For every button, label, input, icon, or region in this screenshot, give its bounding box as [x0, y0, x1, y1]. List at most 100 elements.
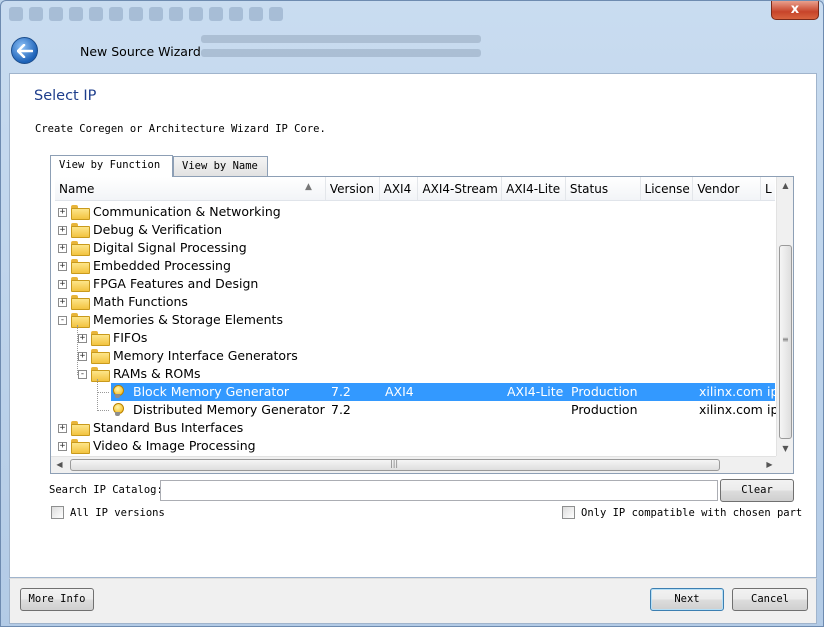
category-row[interactable]: + Digital Signal Processing	[51, 239, 775, 257]
compatible-option[interactable]: Only IP compatible with chosen part	[562, 506, 802, 519]
folder-icon	[71, 277, 90, 292]
row-label: Video & Image Processing	[93, 438, 256, 453]
column-axi4[interactable]: AXI4	[380, 177, 419, 200]
row-label: Math Functions	[93, 294, 188, 309]
column-vendor[interactable]: Vendor	[693, 177, 762, 200]
category-row[interactable]: + Embedded Processing	[51, 257, 775, 275]
category-row[interactable]: + Debug & Verification	[51, 221, 775, 239]
category-row[interactable]: + Math Functions	[51, 293, 775, 311]
row-label: Embedded Processing	[93, 258, 231, 273]
expand-icon[interactable]: +	[58, 262, 67, 271]
tab-view-by-function[interactable]: View by Function	[50, 155, 173, 177]
tab-view-by-name[interactable]: View by Name	[173, 156, 268, 176]
background-blur	[201, 29, 481, 69]
expand-icon[interactable]: +	[58, 226, 67, 235]
ip-row[interactable]: Distributed Memory Generator 7.2 Productio…	[51, 401, 778, 419]
cell-version: 7.2	[331, 402, 351, 417]
expand-icon[interactable]: +	[78, 334, 87, 343]
column-status[interactable]: Status	[566, 177, 641, 200]
row-label: Digital Signal Processing	[93, 240, 247, 255]
background-toolbar	[9, 3, 429, 25]
cell-status: Production	[571, 402, 638, 417]
folder-icon	[71, 241, 90, 256]
column-l[interactable]: L	[761, 177, 775, 200]
footer-bar: More Info Next Cancel	[9, 578, 817, 624]
wizard-title: New Source Wizard	[80, 44, 201, 59]
sort-ascending-icon: ▲	[305, 182, 312, 192]
row-label: RAMs & ROMs	[113, 366, 201, 381]
cancel-button[interactable]: Cancel	[732, 588, 808, 611]
folder-icon	[71, 439, 90, 454]
collapse-icon[interactable]: -	[58, 316, 67, 325]
more-info-button[interactable]: More Info	[20, 588, 94, 611]
row-label: Communication & Networking	[93, 204, 281, 219]
back-button[interactable]	[11, 37, 38, 64]
page-description: Create Coregen or Architecture Wizard IP…	[35, 123, 326, 135]
next-button[interactable]: Next	[650, 588, 724, 611]
search-input[interactable]	[160, 480, 718, 501]
column-axi4-lite[interactable]: AXI4-Lite	[502, 177, 566, 200]
tree-connector	[97, 410, 109, 411]
expand-icon[interactable]: +	[78, 352, 87, 361]
tree-connector	[97, 392, 109, 393]
category-row[interactable]: + Video & Image Processing	[51, 437, 775, 455]
expand-icon[interactable]: +	[58, 424, 67, 433]
column-header: Name Version AXI4 AXI4-Stream AXI4-Lite …	[55, 177, 775, 201]
scroll-left-arrow-icon[interactable]: ◀	[51, 457, 68, 473]
expand-icon[interactable]: +	[58, 280, 67, 289]
column-version[interactable]: Version	[326, 177, 380, 200]
tree-rows: + Communication & Networking + Debug & Veri…	[51, 203, 778, 455]
cell-vendor: xilinx.com	[699, 402, 763, 417]
row-label: Memories & Storage Elements	[93, 312, 283, 327]
folder-icon	[71, 295, 90, 310]
category-row[interactable]: + Memory Interface Generators	[51, 347, 775, 365]
folder-icon	[91, 367, 110, 382]
column-axi4-stream[interactable]: AXI4-Stream	[418, 177, 503, 200]
row-label: Distributed Memory Generator	[133, 402, 325, 417]
folder-icon	[71, 205, 90, 220]
search-label: Search IP Catalog:	[49, 484, 163, 496]
page-heading: Select IP	[34, 88, 97, 104]
horizontal-scrollbar[interactable]: ◀ ||| ▶	[51, 456, 778, 473]
expand-icon[interactable]: +	[58, 442, 67, 451]
folder-icon	[91, 349, 110, 364]
vertical-scrollbar[interactable]: ▲ ≡ ▼	[776, 177, 793, 457]
scroll-corner	[776, 456, 793, 473]
expand-icon[interactable]: +	[58, 244, 67, 253]
category-row[interactable]: - RAMs & ROMs	[51, 365, 775, 383]
expand-icon[interactable]: +	[58, 208, 67, 217]
cell-version: 7.2	[331, 384, 351, 399]
tree-connector	[77, 325, 78, 375]
folder-icon	[71, 313, 90, 328]
title-bar: x New Source Wizard	[1, 1, 823, 73]
folder-icon	[71, 259, 90, 274]
scroll-down-arrow-icon[interactable]: ▼	[777, 440, 793, 457]
all-versions-option[interactable]: All IP versions	[51, 506, 165, 519]
ip-core-icon	[111, 385, 124, 399]
content-panel: Select IP Create Coregen or Architecture…	[9, 73, 817, 578]
close-button[interactable]: x	[771, 1, 819, 20]
category-row[interactable]: + Communication & Networking	[51, 203, 775, 221]
collapse-icon[interactable]: -	[78, 370, 87, 379]
scroll-up-arrow-icon[interactable]: ▲	[777, 177, 793, 194]
clear-button[interactable]: Clear	[720, 479, 794, 502]
ip-row[interactable]: Block Memory Generator 7.2 AXI4 AXI4-Lite Pr…	[51, 383, 778, 401]
category-row[interactable]: - Memories & Storage Elements	[51, 311, 775, 329]
category-row[interactable]: + FIFOs	[51, 329, 775, 347]
category-row[interactable]: + FPGA Features and Design	[51, 275, 775, 293]
compatible-checkbox[interactable]	[562, 506, 575, 519]
expand-icon[interactable]: +	[58, 298, 67, 307]
cell-axi4: AXI4	[385, 384, 414, 399]
folder-icon	[71, 421, 90, 436]
tree-connector	[97, 379, 98, 411]
ip-core-icon	[111, 403, 124, 417]
all-versions-label: All IP versions	[70, 506, 165, 519]
category-row[interactable]: + Standard Bus Interfaces	[51, 419, 775, 437]
column-license[interactable]: License	[641, 177, 694, 200]
column-name[interactable]: Name	[55, 177, 326, 200]
cell-status: Production	[571, 384, 638, 399]
ip-catalog-tree[interactable]: Name Version AXI4 AXI4-Stream AXI4-Lite …	[50, 176, 794, 474]
all-versions-checkbox[interactable]	[51, 506, 64, 519]
wizard-window: x New Source Wizard Select IP Create Cor…	[0, 0, 824, 627]
folder-icon	[91, 331, 110, 346]
